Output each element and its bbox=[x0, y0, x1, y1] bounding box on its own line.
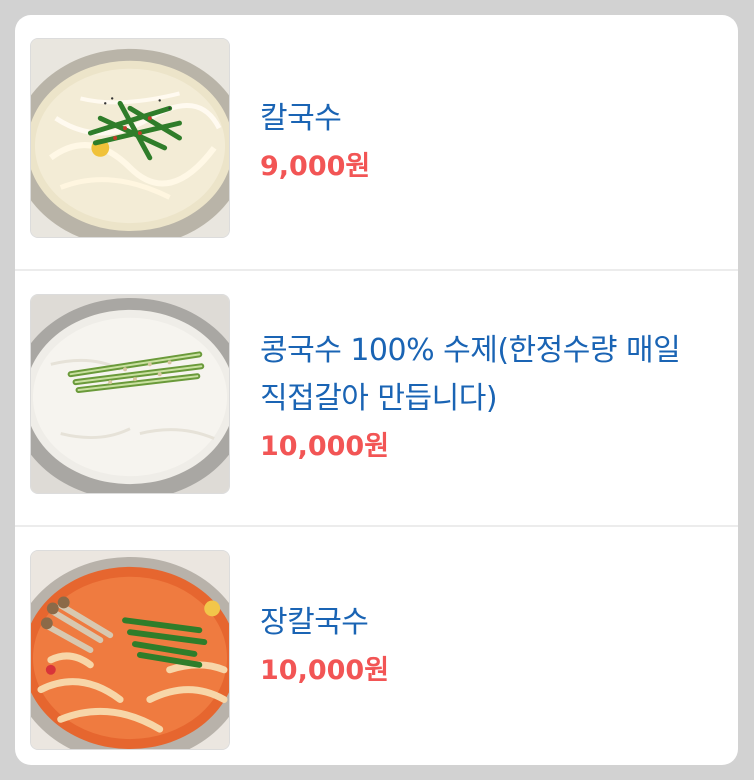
kongguksu-image bbox=[31, 295, 229, 493]
menu-item-info: 칼국수 9,000원 bbox=[260, 15, 714, 269]
menu-item-name: 칼국수 bbox=[260, 101, 342, 136]
jangkalguksu-image bbox=[31, 551, 229, 749]
menu-card: 칼국수 9,000원 콩국수 100% 수제(한정수량 매일 직접갈아 만듭니다… bbox=[15, 15, 738, 765]
menu-item-kongguksu[interactable]: 콩국수 100% 수제(한정수량 매일 직접갈아 만듭니다) 10,000원 bbox=[15, 271, 738, 527]
menu-item-name: 콩국수 100% 수제(한정수량 매일 직접갈아 만듭니다) bbox=[260, 333, 681, 416]
menu-item-price: 10,000원 bbox=[260, 431, 390, 462]
menu-item-price: 9,000원 bbox=[260, 151, 371, 182]
kalguksu-photo bbox=[30, 38, 230, 238]
jangkalguksu-photo bbox=[30, 550, 230, 750]
menu-item-kalguksu[interactable]: 칼국수 9,000원 bbox=[15, 15, 738, 271]
kalguksu-image bbox=[31, 39, 229, 237]
menu-item-name: 장칼국수 bbox=[260, 605, 369, 640]
menu-item-jangkalguksu[interactable]: 장칼국수 10,000원 bbox=[15, 527, 738, 765]
menu-item-info: 장칼국수 10,000원 bbox=[260, 527, 714, 765]
menu-item-price: 10,000원 bbox=[260, 655, 390, 686]
kongguksu-photo bbox=[30, 294, 230, 494]
menu-item-info: 콩국수 100% 수제(한정수량 매일 직접갈아 만듭니다) 10,000원 bbox=[260, 271, 714, 525]
